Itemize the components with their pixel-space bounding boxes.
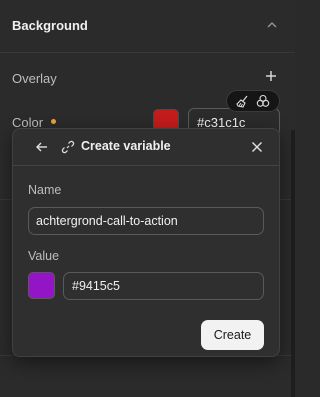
variables-icon[interactable] — [256, 94, 270, 108]
overlay-row: Overlay — [0, 64, 295, 92]
plus-icon[interactable] — [265, 70, 277, 82]
modified-indicator — [51, 119, 56, 124]
variable-name-input[interactable] — [28, 207, 264, 235]
create-variable-popup: Create variable Name Value Create — [12, 128, 280, 357]
background-section-header[interactable]: Background — [0, 0, 295, 52]
arrow-left-icon[interactable] — [35, 140, 49, 154]
name-label: Name — [28, 183, 62, 197]
overlay-label: Overlay — [12, 71, 57, 86]
value-color-swatch[interactable] — [28, 272, 55, 299]
variable-value-input[interactable] — [63, 272, 264, 300]
popup-title: Create variable — [81, 139, 171, 153]
panel-edge — [291, 130, 295, 397]
color-tools — [226, 90, 280, 112]
divider — [0, 52, 295, 53]
value-label: Value — [28, 249, 60, 263]
link-icon — [61, 140, 75, 154]
style-panel: Background Overlay Color #c31c1c Create … — [0, 0, 295, 397]
chevron-up-icon[interactable] — [267, 20, 277, 30]
popup-header: Create variable — [13, 129, 279, 166]
close-icon[interactable] — [251, 141, 263, 153]
broom-icon[interactable] — [236, 94, 250, 108]
section-title: Background — [12, 18, 88, 33]
create-button[interactable]: Create — [201, 320, 264, 350]
